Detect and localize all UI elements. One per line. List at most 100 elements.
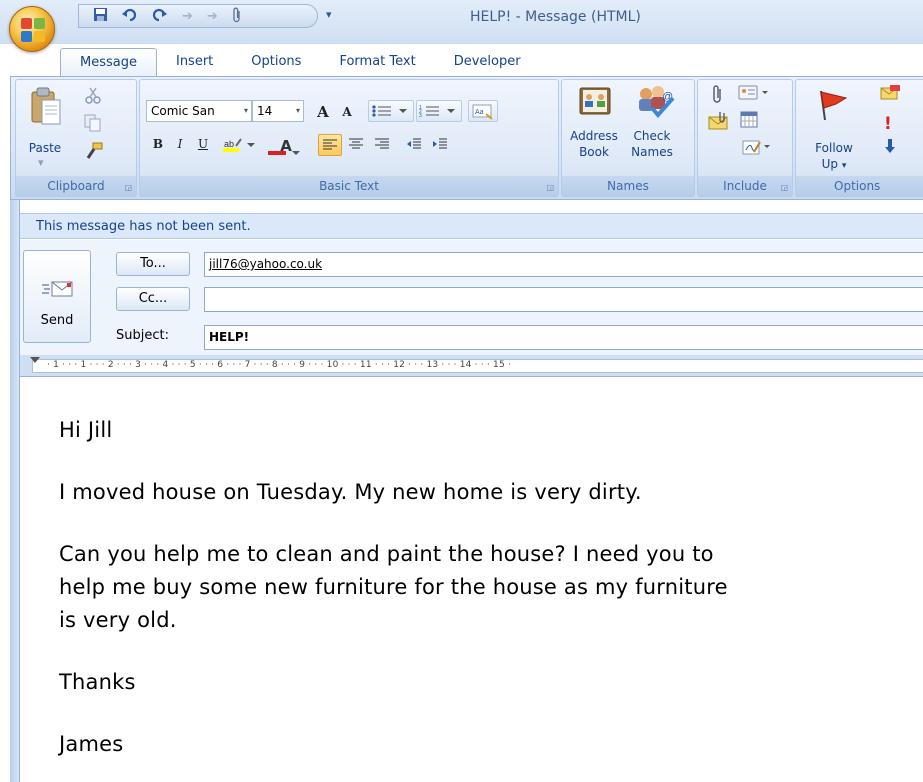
bullets-button[interactable] (368, 100, 414, 122)
title-bar: ➔ ➔ ▾ HELP! - Message (HTML) (0, 0, 923, 44)
check-names-button[interactable]: Check Names (626, 128, 678, 160)
low-importance-icon[interactable] (884, 138, 896, 157)
follow-up-label-2: Up (821, 157, 839, 171)
subject-label: Subject: (116, 328, 169, 343)
subject-field[interactable]: HELP! (204, 325, 923, 350)
align-left-icon (323, 139, 337, 150)
message-body[interactable]: Hi Jill I moved house on Tuesday. My new… (21, 378, 923, 782)
paste-icon[interactable] (30, 86, 62, 131)
font-dropdown-icon[interactable]: ▾ (244, 106, 248, 115)
bold-button[interactable]: B (148, 134, 168, 156)
copy-icon[interactable] (84, 114, 102, 135)
increase-indent-button[interactable] (428, 134, 452, 156)
next-icon[interactable]: ➔ (207, 10, 218, 23)
tab-message[interactable]: Message (60, 48, 157, 76)
cc-button[interactable]: Cc... (116, 287, 190, 311)
calendar-icon[interactable] (740, 110, 758, 131)
ruler-ticks: · 1 · · · 1 · · · 2 · · · 3 · · · 4 · · … (47, 360, 512, 370)
font-color-button[interactable]: A (266, 134, 306, 156)
basic-text-group-label: Basic Text (140, 176, 558, 196)
undo-icon[interactable] (122, 8, 138, 25)
ribbon-tabs: Message Insert Options Format Text Devel… (60, 48, 540, 76)
include-group: Include ◲ (697, 79, 793, 197)
qat-customize-dropdown[interactable]: ▾ (326, 8, 332, 21)
align-center-icon (349, 138, 363, 149)
check-names-icon[interactable]: @ (636, 84, 676, 121)
quick-access-toolbar: ➔ ➔ (78, 4, 318, 28)
business-card-icon[interactable] (738, 84, 770, 105)
tab-developer[interactable]: Developer (435, 48, 540, 76)
body-line-signature: James (59, 732, 124, 756)
basic-text-group: Comic San ▾ 14 ▾ A A 123 Aa B I U ab A B… (139, 79, 559, 197)
follow-up-flag-icon[interactable] (816, 88, 850, 125)
underline-button[interactable]: U (192, 134, 214, 156)
send-button[interactable]: Send (23, 250, 91, 343)
address-book-icon[interactable] (578, 86, 612, 121)
decrease-indent-button[interactable] (402, 134, 426, 156)
font-name-combo[interactable]: Comic San ▾ (146, 100, 252, 122)
font-size-combo[interactable]: 14 ▾ (252, 100, 304, 122)
categorize-icon[interactable] (880, 84, 910, 105)
follow-up-button[interactable]: Follow Up ▾ (806, 140, 862, 174)
svg-text:3: 3 (419, 113, 422, 118)
align-left-button[interactable] (318, 134, 342, 156)
high-importance-icon[interactable]: ! (884, 114, 892, 134)
body-line-4: is very old. (59, 608, 177, 632)
indent-marker-icon[interactable] (30, 357, 40, 363)
send-label: Send (40, 313, 74, 328)
ruler: · 1 · · · 1 · · · 2 · · · 3 · · · 4 · · … (20, 355, 923, 377)
include-label-text: Include (723, 179, 767, 193)
address-book-label-2: Book (579, 145, 609, 159)
clipboard-group-label: Clipboard (16, 176, 136, 196)
paste-dropdown-icon[interactable]: ▾ (38, 156, 44, 169)
address-book-button[interactable]: Address Book (568, 128, 620, 160)
follow-up-dropdown-icon[interactable]: ▾ (842, 161, 847, 171)
previous-icon[interactable]: ➔ (182, 10, 193, 23)
attach-icon[interactable] (232, 7, 242, 26)
italic-button[interactable]: I (170, 134, 190, 156)
attach-item-icon[interactable] (708, 110, 732, 133)
signature-icon[interactable] (742, 138, 772, 159)
numbering-button[interactable]: 123 (416, 100, 462, 122)
format-painter-icon[interactable] (84, 142, 104, 163)
options-group-label: Options (796, 176, 923, 196)
to-field[interactable]: jill76@yahoo.co.uk (204, 252, 923, 277)
clipboard-label-text: Clipboard (47, 179, 105, 193)
tab-insert[interactable]: Insert (157, 48, 232, 76)
tab-format-text[interactable]: Format Text (320, 48, 434, 76)
paste-button[interactable]: Paste (22, 140, 68, 156)
follow-up-label-1: Follow (815, 141, 853, 155)
grow-font-button[interactable]: A (310, 100, 336, 122)
numbering-icon: 123 (419, 105, 455, 119)
highlight-icon: ab (223, 138, 255, 152)
align-right-icon (375, 138, 389, 149)
window-title: HELP! - Message (HTML) (470, 9, 641, 25)
clipboard-group: Paste ▾ Clipboard ◲ (15, 79, 137, 197)
redo-icon[interactable] (152, 8, 168, 25)
shrink-font-button[interactable]: A (336, 102, 358, 124)
basic-text-launcher-icon[interactable]: ◲ (546, 183, 554, 192)
save-icon[interactable] (93, 7, 108, 25)
styles-button[interactable]: Aa (468, 100, 498, 122)
tab-options[interactable]: Options (232, 48, 320, 76)
to-button[interactable]: To... (116, 252, 190, 276)
office-button[interactable] (9, 6, 55, 52)
include-group-label: Include (698, 176, 792, 196)
align-center-button[interactable] (344, 134, 368, 156)
styles-icon: Aa (472, 104, 493, 120)
cut-icon[interactable] (84, 86, 102, 107)
office-button-icon (21, 18, 45, 42)
send-icon (42, 279, 74, 304)
clipboard-launcher-icon[interactable]: ◲ (124, 183, 132, 192)
cc-field[interactable] (204, 287, 923, 312)
body-line-thanks: Thanks (59, 670, 136, 694)
svg-text:Aa: Aa (475, 109, 484, 116)
check-names-label-2: Names (631, 145, 673, 159)
attach-file-icon[interactable] (712, 84, 724, 107)
ruler-scale[interactable]: · 1 · · · 1 · · · 2 · · · 3 · · · 4 · · … (32, 359, 923, 373)
include-launcher-icon[interactable]: ◲ (780, 183, 788, 192)
highlight-button[interactable]: ab (220, 134, 262, 156)
font-size-dropdown-icon[interactable]: ▾ (296, 106, 300, 115)
names-group-label: Names (562, 176, 694, 196)
align-right-button[interactable] (370, 134, 394, 156)
